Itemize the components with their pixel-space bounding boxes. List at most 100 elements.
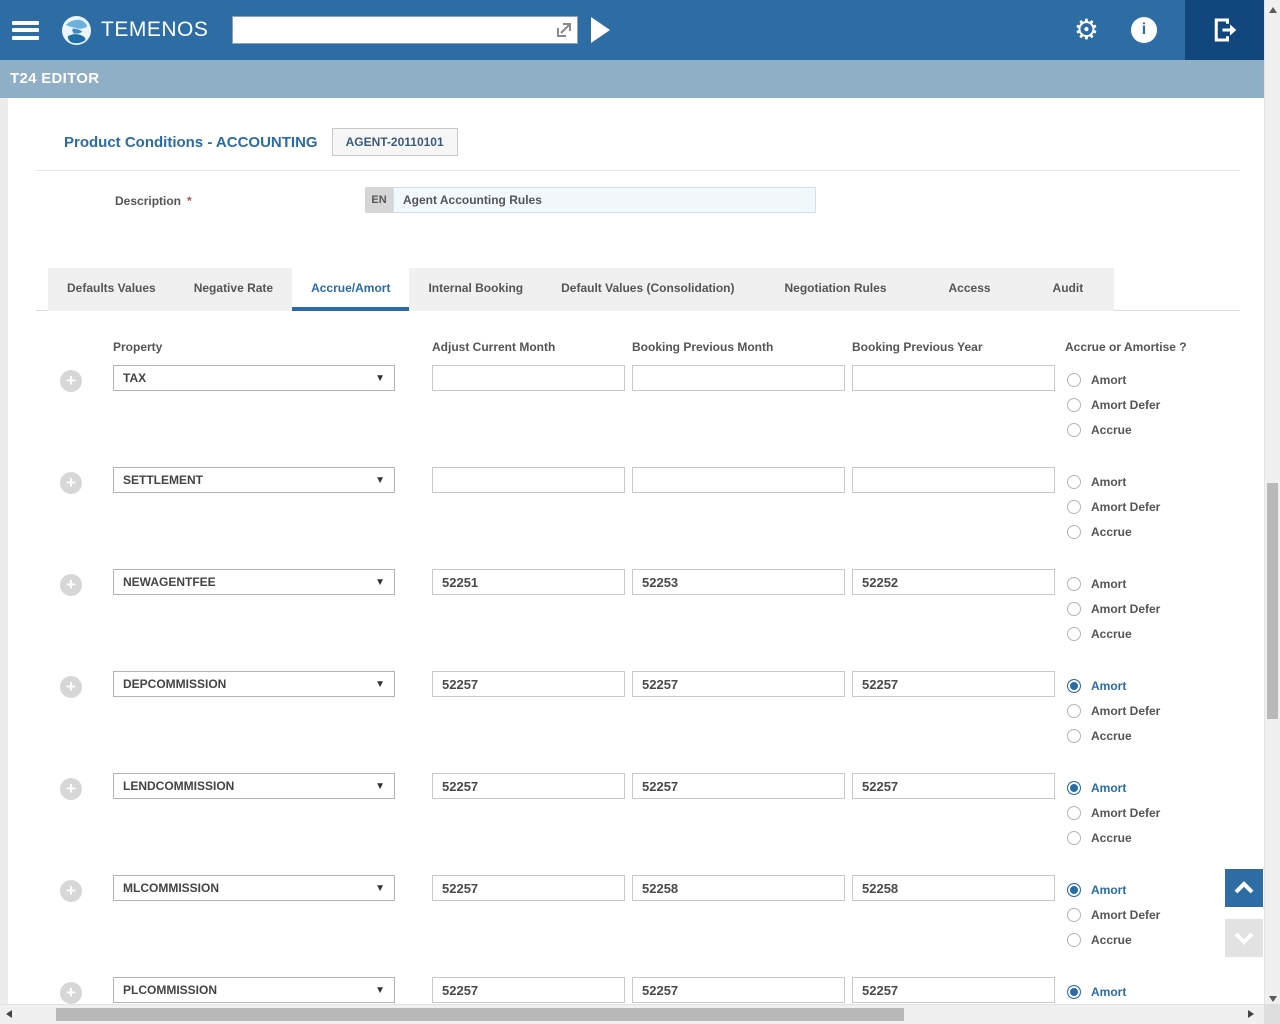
radio-accrue[interactable]: Accrue bbox=[1067, 621, 1160, 646]
radio-circle-icon bbox=[1067, 729, 1081, 743]
search-input[interactable] bbox=[232, 16, 578, 44]
radio-group: AmortAmort DeferAccrue bbox=[1067, 877, 1160, 952]
property-select[interactable]: DEPCOMMISSION ▼ bbox=[113, 671, 395, 697]
radio-group: Amort Amort Defer Accrue bbox=[1067, 367, 1160, 442]
tab-default-values-consolidation[interactable]: Default Values (Consolidation) bbox=[542, 268, 753, 311]
radio-accrue[interactable]: Accrue bbox=[1067, 825, 1160, 850]
radio-amort[interactable]: Amort bbox=[1067, 367, 1160, 392]
radio-circle-icon bbox=[1067, 525, 1081, 539]
property-select[interactable]: LENDCOMMISSION ▼ bbox=[113, 773, 395, 799]
property-select-value: PLCOMMISSION bbox=[123, 983, 217, 997]
add-row-icon[interactable]: + bbox=[60, 472, 82, 494]
scrollbar-up-arrow-icon[interactable] bbox=[1269, 7, 1277, 13]
radio-amort-defer[interactable]: Amort Defer bbox=[1067, 902, 1160, 927]
temenos-logo-globe-icon bbox=[61, 15, 92, 46]
run-command-icon[interactable] bbox=[591, 17, 610, 43]
scrollbar-right-arrow-icon[interactable] bbox=[1248, 1010, 1254, 1018]
top-navigation-bar: TEMENOS ⚙ i bbox=[0, 0, 1264, 60]
property-select-value: MLCOMMISSION bbox=[123, 881, 219, 895]
booking-previous-year-input[interactable] bbox=[852, 875, 1055, 901]
radio-amort-defer[interactable]: Amort Defer bbox=[1067, 800, 1160, 825]
add-row-icon[interactable]: + bbox=[60, 574, 82, 596]
booking-previous-month-input[interactable] bbox=[632, 773, 845, 799]
header-accrue-or-amortise: Accrue or Amortise ? bbox=[1065, 340, 1187, 354]
info-icon[interactable]: i bbox=[1131, 17, 1157, 43]
menu-icon[interactable] bbox=[12, 21, 39, 40]
adjust-current-month-input[interactable] bbox=[432, 365, 625, 391]
add-row-icon[interactable]: + bbox=[60, 880, 82, 902]
launch-enquiry-icon[interactable] bbox=[555, 21, 573, 39]
horizontal-scrollbar-thumb[interactable] bbox=[56, 1008, 904, 1021]
radio-amort-defer[interactable]: Amort Defer bbox=[1067, 596, 1160, 621]
adjust-current-month-input[interactable] bbox=[432, 671, 625, 697]
radio-amort-defer[interactable]: Amort Defer bbox=[1067, 392, 1160, 417]
horizontal-scrollbar[interactable] bbox=[0, 1004, 1264, 1024]
property-select[interactable]: TAX ▼ bbox=[113, 365, 395, 391]
radio-accrue[interactable]: Accrue bbox=[1067, 519, 1160, 544]
add-row-icon[interactable]: + bbox=[60, 370, 82, 392]
radio-group: AmortAmort DeferAccrue bbox=[1067, 571, 1160, 646]
vertical-scrollbar[interactable] bbox=[1264, 0, 1280, 1024]
radio-amort[interactable]: Amort bbox=[1067, 979, 1160, 1004]
tab-negotiation-rules[interactable]: Negotiation Rules bbox=[753, 268, 917, 311]
radio-amort[interactable]: Amort bbox=[1067, 469, 1160, 494]
booking-previous-month-input[interactable] bbox=[632, 365, 845, 391]
adjust-current-month-input[interactable] bbox=[432, 977, 625, 1003]
booking-previous-month-input[interactable] bbox=[632, 569, 845, 595]
chevron-down-icon: ▼ bbox=[375, 475, 385, 486]
radio-circle-icon bbox=[1067, 475, 1081, 489]
radio-accrue[interactable]: Accrue bbox=[1067, 723, 1160, 748]
property-select[interactable]: PLCOMMISSION ▼ bbox=[113, 977, 395, 1003]
booking-previous-month-input[interactable] bbox=[632, 671, 845, 697]
radio-amort-defer[interactable]: Amort Defer bbox=[1067, 698, 1160, 723]
booking-previous-month-input[interactable] bbox=[632, 977, 845, 1003]
tab-negative-rate[interactable]: Negative Rate bbox=[175, 268, 292, 311]
tab-defaults-values[interactable]: Defaults Values bbox=[48, 268, 175, 311]
header-booking-previous-year: Booking Previous Year bbox=[852, 340, 983, 354]
chevron-down-icon: ▼ bbox=[375, 985, 385, 996]
scroll-to-top-button[interactable] bbox=[1225, 869, 1263, 907]
tab-accrue-amort[interactable]: Accrue/Amort bbox=[292, 268, 409, 311]
radio-amort[interactable]: Amort bbox=[1067, 673, 1160, 698]
page-title: Product Conditions - ACCOUNTING bbox=[64, 134, 318, 151]
add-row-icon[interactable]: + bbox=[60, 676, 82, 698]
radio-accrue[interactable]: Accrue bbox=[1067, 927, 1160, 952]
adjust-current-month-input[interactable] bbox=[432, 467, 625, 493]
settings-gear-icon[interactable]: ⚙ bbox=[1074, 16, 1099, 44]
editor-panel: Product Conditions - ACCOUNTING AGENT-20… bbox=[8, 98, 1264, 1004]
scrollbar-corner bbox=[1264, 1004, 1280, 1024]
property-select[interactable]: MLCOMMISSION ▼ bbox=[113, 875, 395, 901]
radio-amort[interactable]: Amort bbox=[1067, 571, 1160, 596]
booking-previous-month-input[interactable] bbox=[632, 875, 845, 901]
booking-previous-month-input[interactable] bbox=[632, 467, 845, 493]
add-row-icon[interactable]: + bbox=[60, 778, 82, 800]
radio-amort[interactable]: Amort bbox=[1067, 775, 1160, 800]
scroll-to-bottom-button[interactable] bbox=[1225, 919, 1263, 957]
booking-previous-year-input[interactable] bbox=[852, 977, 1055, 1003]
tab-audit[interactable]: Audit bbox=[1022, 268, 1115, 311]
vertical-scrollbar-thumb[interactable] bbox=[1267, 483, 1278, 719]
property-select[interactable]: NEWAGENTFEE ▼ bbox=[113, 569, 395, 595]
scrollbar-left-arrow-icon[interactable] bbox=[6, 1010, 12, 1018]
sign-out-button[interactable] bbox=[1185, 0, 1264, 60]
adjust-current-month-input[interactable] bbox=[432, 569, 625, 595]
adjust-current-month-input[interactable] bbox=[432, 875, 625, 901]
scrollbar-down-arrow-icon[interactable] bbox=[1269, 996, 1277, 1002]
radio-amort-defer[interactable]: Amort Defer bbox=[1067, 494, 1160, 519]
property-select[interactable]: SETTLEMENT ▼ bbox=[113, 467, 395, 493]
booking-previous-year-input[interactable] bbox=[852, 569, 1055, 595]
radio-accrue[interactable]: Accrue bbox=[1067, 417, 1160, 442]
add-row-icon[interactable]: + bbox=[60, 982, 82, 1004]
description-input[interactable] bbox=[393, 187, 816, 213]
chevron-down-icon: ▼ bbox=[375, 883, 385, 894]
radio-amort[interactable]: Amort bbox=[1067, 877, 1160, 902]
booking-previous-year-input[interactable] bbox=[852, 467, 1055, 493]
tab-access[interactable]: Access bbox=[918, 268, 1022, 311]
booking-previous-year-input[interactable] bbox=[852, 773, 1055, 799]
booking-previous-year-input[interactable] bbox=[852, 365, 1055, 391]
radio-label: Amort Defer bbox=[1091, 398, 1160, 412]
tab-internal-booking[interactable]: Internal Booking bbox=[409, 268, 542, 311]
adjust-current-month-input[interactable] bbox=[432, 773, 625, 799]
booking-previous-year-input[interactable] bbox=[852, 671, 1055, 697]
divider bbox=[36, 170, 1240, 171]
